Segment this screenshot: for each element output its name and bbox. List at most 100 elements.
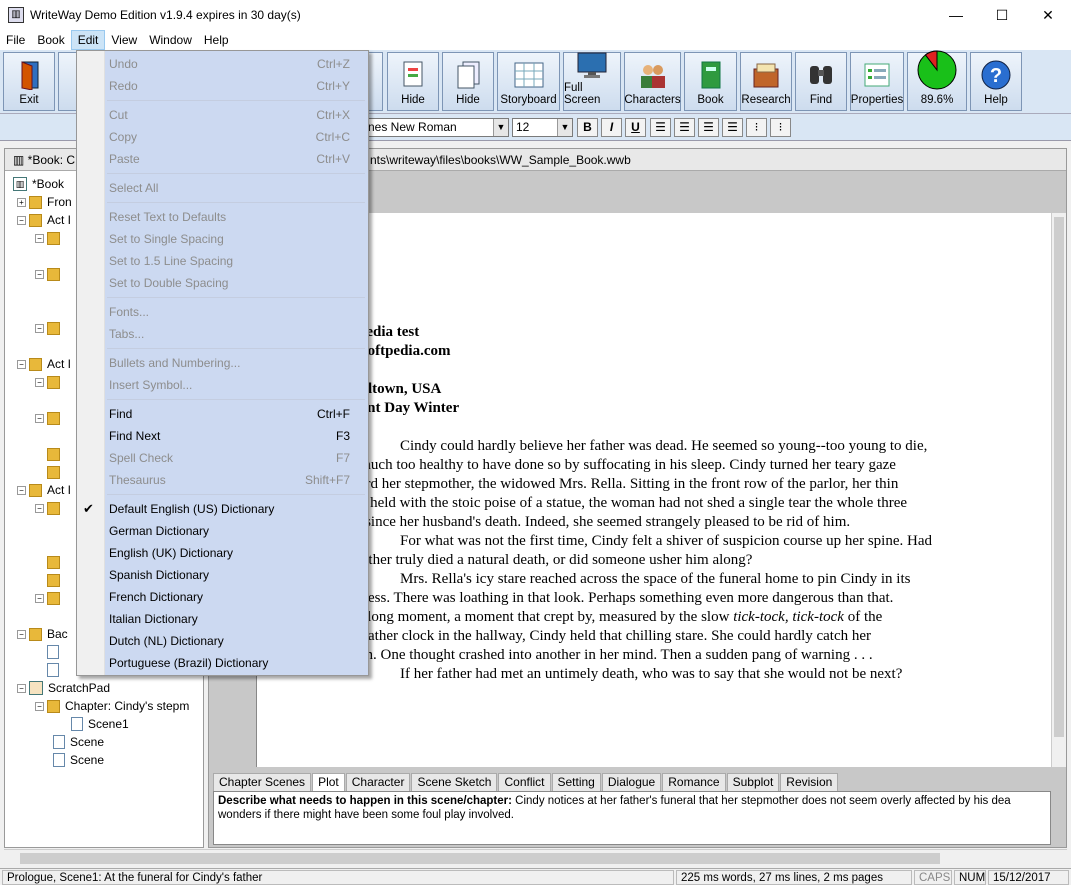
tab-romance[interactable]: Romance	[662, 773, 726, 791]
collapse-icon[interactable]: −	[35, 233, 44, 243]
align-right-icon[interactable]: ☰	[698, 118, 719, 137]
menu-item-default-english-us-dictionary[interactable]: ✔ Default English (US) Dictionary	[77, 498, 368, 520]
menu-edit[interactable]: Edit	[70, 30, 106, 50]
full-screen-button[interactable]: Full Screen	[563, 52, 621, 111]
menu-item-english-uk-dictionary[interactable]: English (UK) Dictionary	[77, 542, 368, 564]
tree-node[interactable]	[47, 661, 64, 679]
tree-node[interactable]	[47, 571, 65, 589]
plot-notes-field[interactable]: Describe what needs to happen in this sc…	[213, 791, 1051, 845]
editor-page[interactable]: ftpedia test w.softpedia.com nalltown, USA…	[256, 213, 1052, 767]
tree-node[interactable]: + Fron	[17, 193, 72, 211]
characters-button[interactable]: Characters	[624, 52, 681, 111]
collapse-icon[interactable]: −	[17, 485, 26, 495]
tree-node[interactable]: −	[35, 319, 65, 337]
collapse-icon[interactable]: −	[35, 377, 44, 387]
chevron-down-icon[interactable]: ▼	[557, 119, 572, 136]
collapse-icon[interactable]: −	[35, 593, 44, 603]
tree-node-scratchpad[interactable]: − ScratchPad	[17, 679, 110, 697]
book-button[interactable]: Book	[684, 52, 737, 111]
numbering-icon[interactable]: ⁝	[770, 118, 791, 137]
menu-item-spanish-dictionary[interactable]: Spanish Dictionary	[77, 564, 368, 586]
tab-conflict[interactable]: Conflict	[498, 773, 551, 791]
hide-button-1[interactable]: Hide	[387, 52, 439, 111]
collapse-icon[interactable]: −	[17, 215, 26, 225]
tree-node[interactable]	[47, 463, 65, 481]
align-center-icon[interactable]: ☰	[674, 118, 695, 137]
menu-item-find-next[interactable]: Find Next F3	[77, 425, 368, 447]
bold-button[interactable]: B	[577, 118, 598, 137]
tree-node[interactable]: −	[35, 499, 65, 517]
menu-item-spell-check[interactable]: Spell Check F7	[77, 447, 368, 469]
collapse-icon[interactable]: −	[35, 503, 44, 513]
tree-node[interactable]: −	[35, 589, 65, 607]
menu-item-french-dictionary[interactable]: French Dictionary	[77, 586, 368, 608]
tab-subplot[interactable]: Subplot	[726, 773, 780, 791]
hide-button-2[interactable]: Hide	[442, 52, 494, 111]
help-button[interactable]: ? Help	[970, 52, 1022, 111]
menu-item-german-dictionary[interactable]: German Dictionary	[77, 520, 368, 542]
menu-item-cut[interactable]: Cut Ctrl+X	[77, 104, 368, 126]
menu-item-italian-dictionary[interactable]: Italian Dictionary	[77, 608, 368, 630]
menu-item-select-all[interactable]: Select All	[77, 177, 368, 199]
tab-revision[interactable]: Revision	[780, 773, 839, 791]
underline-button[interactable]: U	[625, 118, 646, 137]
menu-item-thesaurus[interactable]: Thesaurus Shift+F7	[77, 469, 368, 491]
tree-node[interactable]: Scene1	[71, 715, 129, 733]
tree-node[interactable]	[47, 553, 65, 571]
chevron-down-icon[interactable]: ▼	[493, 119, 508, 136]
horizontal-scrollbar[interactable]	[4, 849, 1067, 866]
properties-button[interactable]: Properties	[850, 52, 904, 111]
menu-item-fonts[interactable]: Fonts...	[77, 301, 368, 323]
tab-dialogue[interactable]: Dialogue	[601, 773, 662, 791]
tree-node[interactable]: −	[35, 265, 65, 283]
collapse-icon[interactable]: −	[35, 323, 44, 333]
research-button[interactable]: Research	[740, 52, 792, 111]
menu-view[interactable]: View	[105, 30, 143, 50]
tab-chapter-scenes[interactable]: Chapter Scenes	[213, 773, 312, 791]
maximize-button[interactable]: ☐	[979, 0, 1025, 30]
toolbar-button-partial[interactable]	[58, 52, 78, 111]
collapse-icon[interactable]: −	[35, 269, 44, 279]
menu-item-set-to-single-spacing[interactable]: Set to Single Spacing	[77, 228, 368, 250]
collapse-icon[interactable]: −	[17, 629, 26, 639]
expand-icon[interactable]: +	[17, 197, 26, 207]
tab-scene-sketch[interactable]: Scene Sketch	[411, 773, 498, 791]
collapse-icon[interactable]: −	[17, 359, 26, 369]
menu-item-find[interactable]: Find Ctrl+F	[77, 403, 368, 425]
tree-node[interactable]	[47, 643, 64, 661]
font-select[interactable]: nes New Roman ▼	[364, 118, 509, 137]
tree-node[interactable]	[47, 445, 65, 463]
tree-node[interactable]: − Chapter: Cindy's stepm	[35, 697, 189, 715]
justify-icon[interactable]: ☰	[722, 118, 743, 137]
italic-button[interactable]: I	[601, 118, 622, 137]
menu-book[interactable]: Book	[31, 30, 70, 50]
tree-node[interactable]: − Act I	[17, 481, 71, 499]
tree-node-book[interactable]: ▥ *Book	[13, 175, 64, 193]
close-button[interactable]: ✕	[1025, 0, 1071, 30]
find-button[interactable]: Find	[795, 52, 847, 111]
minimize-button[interactable]: —	[933, 0, 979, 30]
menu-item-redo[interactable]: Redo Ctrl+Y	[77, 75, 368, 97]
storyboard-button[interactable]: Storyboard	[497, 52, 560, 111]
menu-item-bullets-and-numbering[interactable]: Bullets and Numbering...	[77, 352, 368, 374]
editor-vertical-scrollbar[interactable]	[1051, 213, 1066, 767]
tab-plot[interactable]: Plot	[312, 773, 345, 791]
tree-node[interactable]: Scene	[53, 751, 104, 769]
tree-node[interactable]: − Act I	[17, 355, 71, 373]
menu-item-paste[interactable]: Paste Ctrl+V	[77, 148, 368, 170]
scroll-thumb[interactable]	[20, 853, 940, 864]
tree-node[interactable]: − Act I	[17, 211, 71, 229]
menu-file[interactable]: File	[0, 30, 31, 50]
scroll-thumb[interactable]	[1054, 217, 1064, 737]
collapse-icon[interactable]: −	[17, 683, 26, 693]
menu-item-reset-text-to-defaults[interactable]: Reset Text to Defaults	[77, 206, 368, 228]
exit-button[interactable]: Exit	[3, 52, 55, 111]
menu-item-portuguese-brazil-dictionary[interactable]: Portuguese (Brazil) Dictionary	[77, 652, 368, 674]
menu-item-copy[interactable]: Copy Ctrl+C	[77, 126, 368, 148]
tree-node[interactable]: −	[35, 409, 65, 427]
bullets-icon[interactable]: ⁝	[746, 118, 767, 137]
collapse-icon[interactable]: −	[35, 413, 44, 423]
menu-item-dutch-nl-dictionary[interactable]: Dutch (NL) Dictionary	[77, 630, 368, 652]
menu-item-set-to-double-spacing[interactable]: Set to Double Spacing	[77, 272, 368, 294]
tab-setting[interactable]: Setting	[551, 773, 601, 791]
